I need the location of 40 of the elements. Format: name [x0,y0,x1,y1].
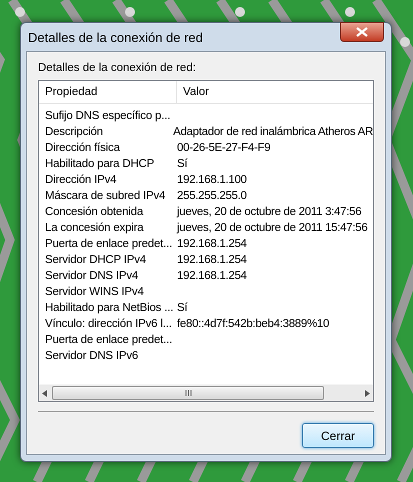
property-cell-text: Máscara de subred IPv4 [44,188,166,204]
horizontal-scrollbar[interactable] [39,384,373,402]
property-cell-text: Dirección IPv4 [44,172,118,188]
value-cell-text: Sí [176,156,188,172]
close-button[interactable] [340,22,384,42]
property-cell-text: Vínculo: dirección IPv6 l... [44,316,173,332]
value-cell-text: 192.168.1.254 [176,252,247,268]
property-cell-text: Servidor WINS IPv4 [44,284,145,300]
property-cell-text: Concesión obtenida [44,204,144,220]
property-cell-text: La concesión expira [44,220,145,236]
close-dialog-button[interactable]: Cerrar [302,423,374,448]
left-arrow-icon [42,390,47,397]
value-cell-text: 192.168.1.100 [176,172,247,188]
value-cell-text: 00-26-5E-27-F4-F9 [176,140,270,156]
value-cell-text: 255.255.255.0 [176,188,247,204]
property-cell-text: Dirección física [44,140,121,156]
property-cell-text: Servidor DNS IPv6 [44,348,140,364]
property-cell-text: Puerta de enlace predet... [44,332,174,348]
column-header[interactable]: Valor [177,81,373,104]
property-cell-text: Servidor DNS IPv4 [44,268,140,284]
right-arrow-icon [365,390,370,397]
value-cell-text: Sí [176,300,188,316]
property-cell-text: Puerta de enlace predet... [44,236,174,252]
close-icon [356,27,368,37]
value-cell-text: jueves, 20 de octubre de 2011 15:47:56 [176,220,368,236]
property-cell-text: Descripción [44,124,104,140]
property-cell-text: Habilitado para DHCP [44,156,156,172]
group-label: Detalles de la conexión de red: [38,61,197,76]
grip-icon [184,390,192,396]
scrollbar-thumb[interactable] [52,386,324,400]
property-cell-text: Habilitado para NetBios ... [44,300,174,316]
value-cell-text: jueves, 20 de octubre de 2011 3:47:56 [176,204,362,220]
value-cell-text: Adaptador de red inalámbrica Atheros AR [172,124,373,140]
column-header[interactable]: Propiedad [39,81,177,104]
value-cell-text: fe80::4d7f:542b:beb4:3889%10 [176,316,330,332]
value-cell-text: 192.168.1.254 [176,268,247,284]
window-title: Detalles de la conexión de red [27,29,203,48]
value-cell-text: 192.168.1.254 [176,236,247,252]
property-cell-text: Sufijo DNS específico p... [44,108,172,124]
property-cell-text: Servidor DHCP IPv4 [44,252,148,268]
